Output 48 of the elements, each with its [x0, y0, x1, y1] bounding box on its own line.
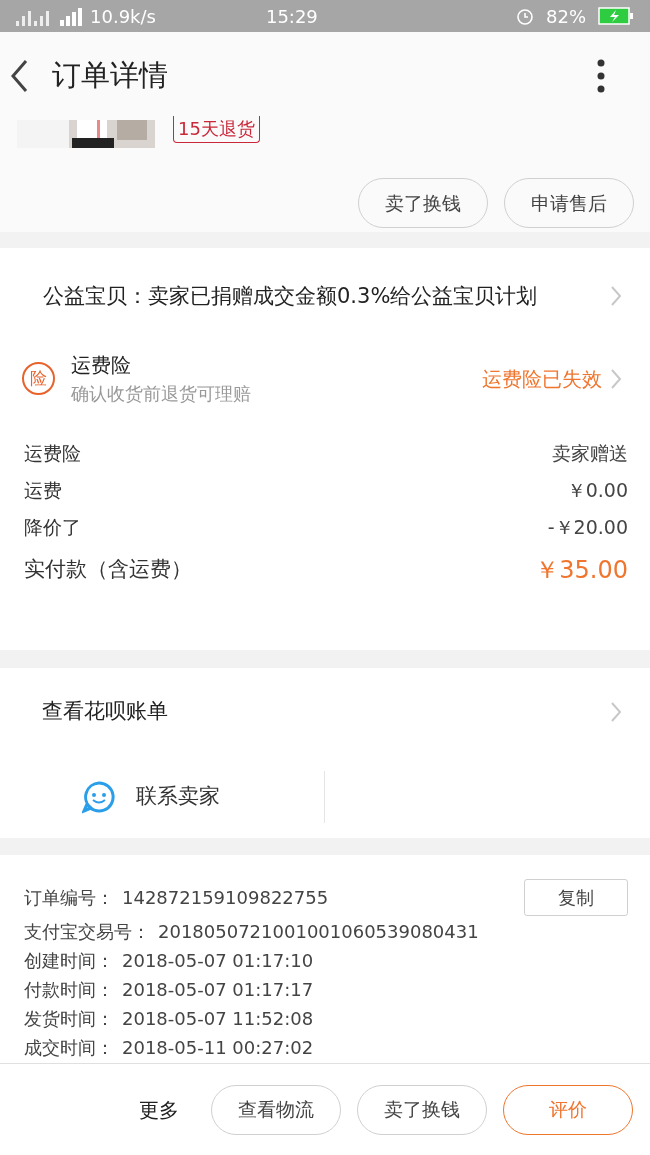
- network-speed: 10.9k/s: [90, 4, 156, 29]
- insurance-subtitle: 确认收货前退货可理赔: [71, 382, 252, 406]
- cost-label: 运费: [24, 478, 62, 504]
- action-button[interactable]: 查看物流: [211, 1084, 341, 1135]
- chevron-right-icon: [610, 700, 622, 723]
- huabei-text: 查看花呗账单: [42, 697, 169, 725]
- contact-seller-button[interactable]: 联系卖家: [0, 770, 325, 823]
- info-value: 2018050721001001060539080431: [158, 920, 480, 944]
- info-value: 2018-05-07 01:17:17: [122, 978, 315, 1002]
- cost-label: 降价了: [24, 515, 81, 541]
- page-title: 订单详情: [52, 57, 168, 95]
- info-value: 142872159109822755: [122, 885, 330, 910]
- charity-row[interactable]: 公益宝贝：卖家已捐赠成交金额0.3%给公益宝贝计划: [0, 248, 650, 310]
- alarm-icon: [516, 7, 534, 25]
- chevron-right-icon: [610, 285, 622, 307]
- more-icon[interactable]: [596, 59, 606, 93]
- huabei-row[interactable]: 查看花呗账单: [0, 668, 650, 755]
- cost-label: 运费险: [24, 441, 81, 467]
- more-button[interactable]: 更多: [139, 1094, 179, 1125]
- cost-value: 卖家赠送: [552, 441, 628, 467]
- action-button[interactable]: 卖了换钱: [357, 1084, 487, 1135]
- cost-value: ￥0.00: [566, 478, 628, 504]
- chat-face-icon: [82, 779, 116, 814]
- copy-button[interactable]: 复制: [524, 878, 628, 916]
- info-label: 创建时间：: [24, 949, 114, 973]
- charity-text: 公益宝贝：卖家已捐赠成交金额0.3%给公益宝贝计划: [43, 283, 539, 310]
- insurance-icon: 险: [22, 362, 55, 395]
- return-badge: 15天退货: [173, 116, 260, 143]
- info-label: 支付宝交易号：: [24, 920, 150, 944]
- battery-percent: 82%: [546, 4, 586, 29]
- cost-value: -￥20.00: [547, 515, 628, 541]
- insurance-title: 运费险: [71, 352, 132, 379]
- action-button[interactable]: 卖了换钱: [358, 178, 488, 228]
- chevron-right-icon: [610, 367, 622, 390]
- info-value: 2018-05-07 01:17:10: [122, 949, 315, 973]
- info-value: 2018-05-07 11:52:08: [122, 1007, 315, 1031]
- battery-icon: [598, 7, 634, 25]
- cost-label: 实付款（含运费）: [24, 556, 192, 584]
- action-button[interactable]: 申请售后: [504, 178, 634, 228]
- cost-value: ￥35.00: [535, 555, 628, 586]
- clock-time: 15:29: [265, 4, 318, 29]
- info-label: 付款时间：: [24, 978, 114, 1002]
- info-label: 订单编号：: [24, 885, 114, 910]
- info-value: 2018-05-11 00:27:02: [122, 1036, 315, 1060]
- insurance-status: 运费险已失效: [482, 365, 602, 393]
- insurance-row[interactable]: 险 运费险 确认收货前退货可理赔 运费险已失效: [0, 350, 650, 407]
- info-label: 成交时间：: [24, 1036, 114, 1060]
- info-label: 发货时间：: [24, 1007, 114, 1031]
